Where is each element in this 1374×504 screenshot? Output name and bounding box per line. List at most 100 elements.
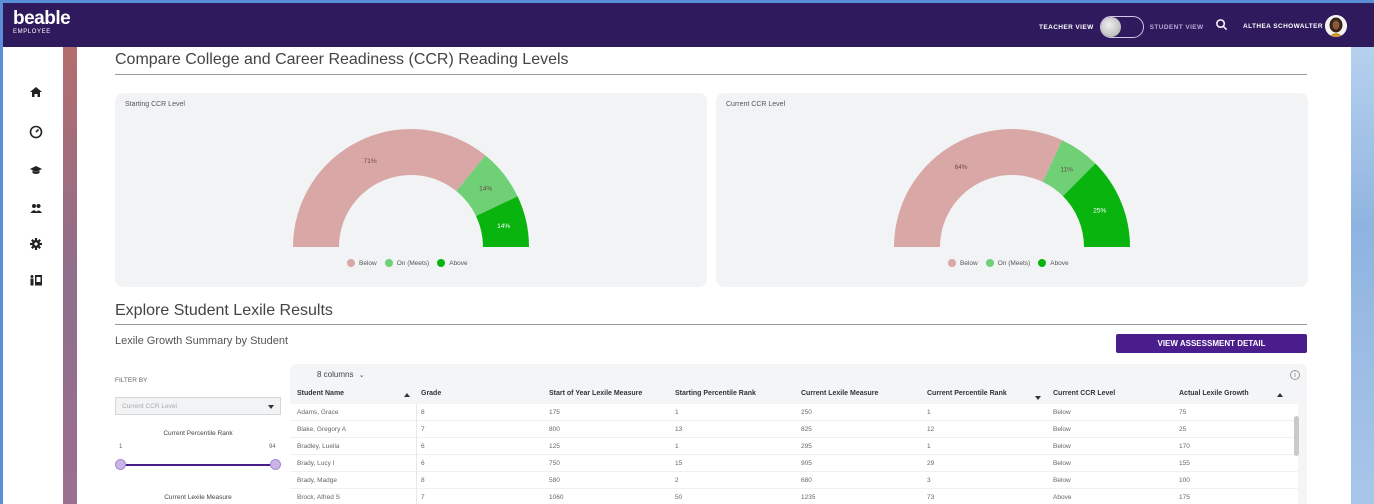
table-cell: 8 — [421, 477, 425, 484]
table-row[interactable]: Brock, Alfred S 7 1060 50 1235 73 Above 175 — [290, 489, 1298, 504]
sort-ascending-icon[interactable] — [1277, 393, 1283, 397]
table-cell: 580 — [549, 477, 560, 484]
legend-below-label[interactable]: Below — [359, 260, 377, 267]
legend-below-swatch — [347, 259, 355, 267]
table-cell: 155 — [1179, 460, 1190, 467]
percentile-rank-min: 1 — [119, 444, 123, 450]
current-ccr-gauge: 64% 11% 25% — [894, 129, 1130, 247]
table-cell: 1 — [675, 443, 679, 450]
column-header-start-lexile[interactable]: Start of Year Lexile Measure — [549, 390, 642, 397]
classroom-icon[interactable] — [29, 273, 43, 287]
table-cell: 905 — [801, 460, 812, 467]
gauge-value-label: 11% — [1060, 166, 1073, 173]
table-row[interactable]: Brady, Madge 8 580 2 680 3 Below 100 — [290, 472, 1298, 489]
column-header-start-percentile[interactable]: Starting Percentile Rank — [675, 390, 756, 397]
table-cell: 1 — [927, 443, 931, 450]
column-header-current-lexile[interactable]: Current Lexile Measure — [801, 390, 878, 397]
avatar[interactable] — [1325, 15, 1347, 37]
table-cell: 125 — [549, 443, 560, 450]
table-scrollbar[interactable] — [1294, 416, 1299, 456]
avatar-image — [1325, 15, 1347, 37]
info-icon[interactable]: i — [1290, 370, 1300, 380]
teacher-view-label[interactable]: TEACHER VIEW — [1039, 24, 1094, 31]
columns-toggle[interactable]: 8 columns ⌄ — [317, 370, 365, 379]
percentile-rank-max: 94 — [269, 444, 276, 450]
current-ccr-legend: Below On (Meets) Above — [944, 259, 1069, 267]
table-cell: 295 — [801, 443, 812, 450]
top-navigation-bar: beable EMPLOYEE TEACHER VIEW STUDENT VIE… — [3, 3, 1374, 47]
column-header-ccr-level[interactable]: Current CCR Level — [1053, 390, 1115, 397]
table-cell: 750 — [549, 460, 560, 467]
sidebar-divider-strip — [63, 47, 77, 504]
table-cell: 7 — [421, 494, 425, 501]
column-header-grade[interactable]: Grade — [421, 390, 441, 397]
table-row[interactable]: Brady, Lucy I 6 750 15 905 29 Below 155 — [290, 455, 1298, 472]
legend-above-label[interactable]: Above — [449, 260, 467, 267]
lexile-table: 8 columns ⌄ i Student Name Grade Start o… — [290, 364, 1307, 504]
table-row[interactable]: Adams, Grace 8 175 1 250 1 Below 75 — [290, 404, 1298, 421]
table-cell: 175 — [549, 409, 560, 416]
table-cell: Below — [1053, 477, 1071, 484]
gauge-segment-below[interactable] — [293, 129, 486, 247]
logo-subtitle: EMPLOYEE — [13, 29, 51, 35]
table-cell: 175 — [1179, 494, 1190, 501]
starting-ccr-gauge: 71% 14% 14% — [293, 129, 529, 247]
main-content: Compare College and Career Readiness (CC… — [77, 47, 1351, 504]
table-cell: 1235 — [801, 494, 816, 501]
sort-ascending-icon[interactable] — [404, 393, 410, 397]
starting-ccr-card: Starting CCR Level 71% 14% 14% Below On (M… — [115, 93, 707, 287]
lexile-section-title: Explore Student Lexile Results — [115, 302, 333, 319]
gear-icon[interactable] — [29, 237, 43, 251]
app-logo[interactable]: beable EMPLOYEE — [13, 8, 71, 35]
table-cell: 6 — [421, 460, 425, 467]
user-name[interactable]: ALTHEA SCHOWALTER — [1243, 23, 1323, 30]
dashboard-gauge-icon[interactable] — [29, 125, 43, 139]
gauge-value-label: 14% — [497, 223, 510, 230]
sort-descending-icon[interactable] — [1035, 396, 1041, 400]
percentile-rank-max-handle[interactable] — [270, 459, 281, 470]
view-switch[interactable] — [1099, 16, 1144, 38]
graduation-cap-icon[interactable] — [29, 163, 43, 177]
student-view-label[interactable]: STUDENT VIEW — [1150, 24, 1204, 31]
legend-below-label[interactable]: Below — [960, 260, 978, 267]
table-cell: 680 — [801, 477, 812, 484]
table-cell: 29 — [927, 460, 935, 467]
legend-above-swatch — [1038, 259, 1047, 267]
table-cell: 3 — [927, 477, 931, 484]
gauge-segment-below[interactable] — [894, 129, 1063, 247]
home-icon[interactable] — [29, 85, 43, 99]
users-icon[interactable] — [29, 201, 43, 215]
column-header-lexile-growth[interactable]: Actual Lexile Growth — [1179, 390, 1249, 397]
view-toggle: TEACHER VIEW STUDENT VIEW — [1039, 16, 1204, 38]
legend-on-label[interactable]: On (Meets) — [397, 260, 430, 267]
table-cell: 6 — [421, 443, 425, 450]
table-cell: Below — [1053, 460, 1071, 467]
table-cell: Below — [1053, 409, 1071, 416]
background-strip — [1351, 47, 1374, 504]
table-row[interactable]: Bradley, Luella 6 125 1 295 1 Below 170 — [290, 438, 1298, 455]
percentile-rank-slider-title: Current Percentile Rank — [163, 430, 233, 437]
legend-above-label[interactable]: Above — [1050, 260, 1068, 267]
ccr-level-select[interactable]: Current CCR Level — [115, 397, 281, 415]
legend-on-label[interactable]: On (Meets) — [998, 260, 1031, 267]
sidebar — [3, 47, 63, 504]
gauge-value-label: 25% — [1093, 208, 1106, 215]
table-row[interactable]: Blake, Gregory A 7 800 13 825 12 Below 25 — [290, 421, 1298, 438]
column-header-student-name[interactable]: Student Name — [297, 390, 344, 397]
filter-by-label: FILTER BY — [115, 377, 148, 384]
percentile-rank-slider-track[interactable] — [120, 464, 276, 466]
table-cell: Brady, Lucy I — [297, 460, 335, 467]
table-cell: 75 — [1179, 409, 1187, 416]
table-cell: 1 — [927, 409, 931, 416]
gauge-value-label: 71% — [364, 158, 377, 165]
percentile-rank-min-handle[interactable] — [115, 459, 126, 470]
table-cell: Below — [1053, 443, 1071, 450]
table-cell: Above — [1053, 494, 1072, 501]
view-switch-knob[interactable] — [1100, 17, 1121, 37]
column-header-current-percentile[interactable]: Current Percentile Rank — [927, 390, 1007, 397]
logo-wordmark: beable — [13, 8, 71, 29]
current-ccr-card: Current CCR Level 64% 11% 25% Below On (Me… — [716, 93, 1308, 287]
legend-on-swatch — [985, 259, 994, 267]
view-assessment-detail-button[interactable]: VIEW ASSESSMENT DETAIL — [1116, 334, 1307, 353]
search-icon[interactable] — [1215, 18, 1228, 31]
